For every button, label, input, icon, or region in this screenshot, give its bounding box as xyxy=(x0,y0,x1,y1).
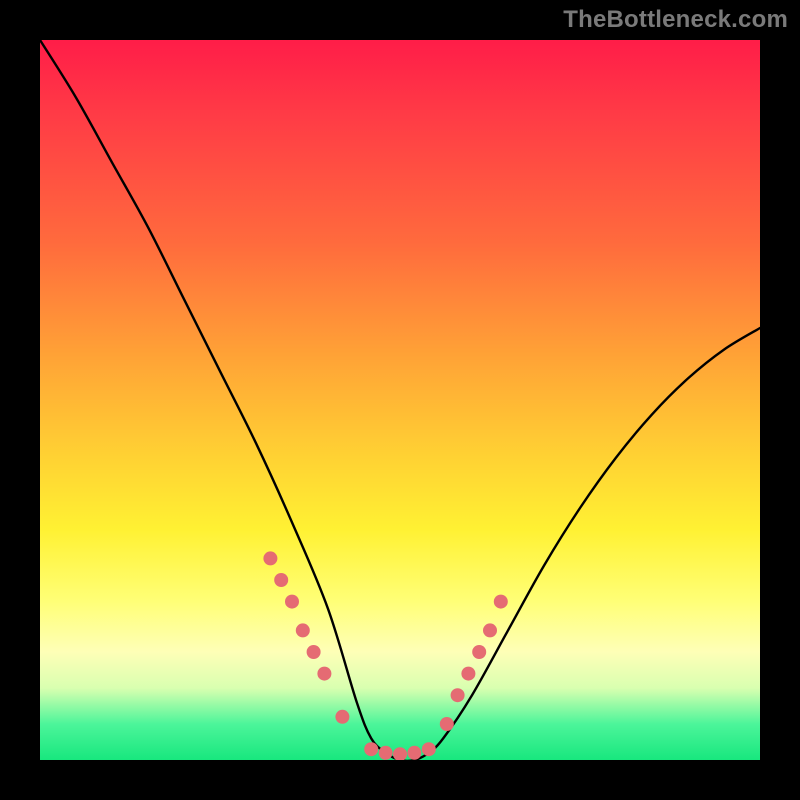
highlight-dots xyxy=(263,551,507,760)
bottleneck-curve xyxy=(40,40,760,760)
marker-dot xyxy=(274,573,288,587)
curve-svg xyxy=(40,40,760,760)
marker-dot xyxy=(461,667,475,681)
marker-dot xyxy=(364,742,378,756)
watermark-text: TheBottleneck.com xyxy=(563,6,788,34)
chart-frame: TheBottleneck.com xyxy=(0,0,800,800)
marker-dot xyxy=(440,717,454,731)
marker-dot xyxy=(379,746,393,760)
marker-dot xyxy=(317,667,331,681)
marker-dot xyxy=(407,746,421,760)
marker-dot xyxy=(422,742,436,756)
marker-dot xyxy=(494,595,508,609)
marker-dot xyxy=(483,623,497,637)
marker-dot xyxy=(285,595,299,609)
marker-dot xyxy=(451,688,465,702)
plot-area xyxy=(40,40,760,760)
marker-dot xyxy=(393,747,407,760)
marker-dot xyxy=(335,710,349,724)
marker-dot xyxy=(296,623,310,637)
marker-dot xyxy=(263,551,277,565)
marker-dot xyxy=(307,645,321,659)
marker-dot xyxy=(472,645,486,659)
